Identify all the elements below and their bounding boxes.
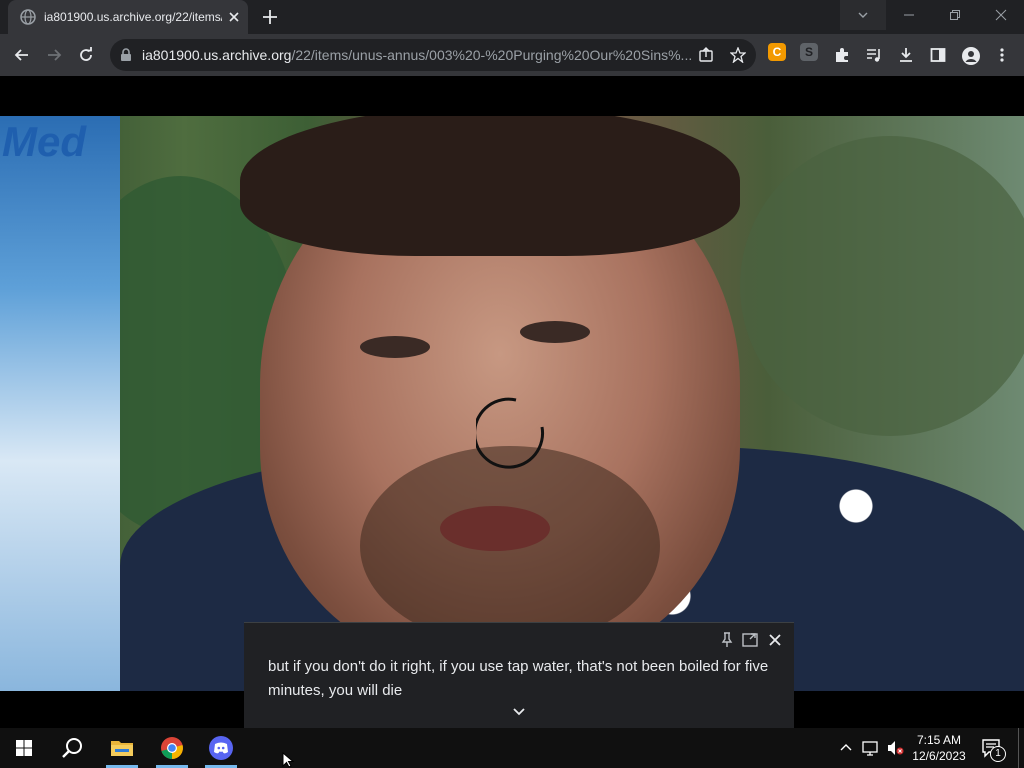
expand-window-icon[interactable]	[741, 631, 759, 649]
windows-taskbar: 7:15 AM 12/6/2023 1	[0, 728, 1024, 768]
windows-logo-icon	[16, 740, 32, 756]
chrome-taskbar-button[interactable]	[148, 728, 196, 768]
chevron-down-icon[interactable]	[510, 705, 528, 719]
loading-spinner-icon	[476, 397, 545, 469]
tab-close-icon[interactable]	[226, 9, 242, 25]
side-panel-icon	[930, 48, 946, 62]
avatar-icon	[962, 47, 980, 65]
address-bar[interactable]: ia801900.us.archive.org/22/items/unus-an…	[110, 39, 756, 71]
close-window-button[interactable]	[978, 0, 1024, 30]
discord-taskbar-button[interactable]	[197, 728, 245, 768]
browser-toolbar: ia801900.us.archive.org/22/items/unus-an…	[0, 34, 1024, 76]
close-icon[interactable]	[766, 631, 784, 649]
profile-button[interactable]	[956, 41, 984, 69]
downloads-button[interactable]	[892, 41, 920, 69]
url-host: ia801900.us.archive.org	[142, 47, 292, 63]
system-clock[interactable]: 7:15 AM 12/6/2023	[906, 732, 972, 764]
hair	[240, 116, 740, 256]
left-eye	[360, 336, 430, 358]
side-panel-button[interactable]	[924, 41, 952, 69]
extensions-button[interactable]	[828, 41, 856, 69]
share-icon[interactable]	[698, 47, 714, 63]
notification-count-badge: 1	[990, 746, 1006, 762]
arrow-right-icon	[48, 49, 62, 61]
download-icon	[900, 48, 912, 62]
arrow-left-icon	[14, 49, 28, 61]
product-box: Med	[0, 116, 120, 691]
minimize-button[interactable]	[886, 0, 932, 30]
puzzle-icon	[836, 48, 848, 62]
forward-button[interactable]	[40, 41, 68, 69]
start-button[interactable]	[0, 728, 48, 768]
url-path: /22/items/unus-annus/003%20-%20Purging%2…	[291, 47, 693, 63]
browser-tab-active[interactable]: ia801900.us.archive.org/22/items/unus-an…	[8, 0, 248, 34]
show-desktop-divider[interactable]	[1018, 728, 1019, 768]
restore-icon	[950, 10, 960, 20]
back-button[interactable]	[8, 41, 36, 69]
minimize-icon	[904, 14, 914, 16]
s-extension-icon[interactable]: S	[800, 43, 818, 61]
media-control-button[interactable]	[860, 41, 888, 69]
url-text: ia801900.us.archive.org/22/items/unus-an…	[142, 47, 702, 63]
close-icon	[995, 9, 1007, 21]
chrome-icon	[161, 737, 183, 759]
globe-icon	[20, 9, 36, 25]
tab-title: ia801900.us.archive.org/22/items/unus-an…	[44, 10, 222, 24]
network-icon[interactable]	[862, 739, 880, 757]
restore-button[interactable]	[932, 0, 978, 30]
new-tab-icon[interactable]	[260, 7, 280, 27]
tab-search-button[interactable]	[840, 0, 886, 30]
file-explorer-button[interactable]	[98, 728, 146, 768]
mouse-cursor-icon	[282, 752, 295, 768]
clock-date: 12/6/2023	[912, 749, 966, 763]
browser-menu-button[interactable]	[988, 41, 1016, 69]
coupon-extension-icon[interactable]: C	[768, 43, 786, 61]
search-icon	[62, 738, 82, 758]
browser-tab-strip: ia801900.us.archive.org/22/items/unus-an…	[0, 0, 1024, 34]
background-foliage-right	[740, 136, 1024, 436]
video-player[interactable]: Med	[0, 116, 1024, 691]
bookmark-star-icon[interactable]	[730, 47, 746, 63]
discord-icon	[209, 736, 233, 760]
reload-button[interactable]	[72, 41, 100, 69]
notification-center-button[interactable]: 1	[980, 736, 1006, 762]
chevron-up-icon[interactable]	[840, 742, 852, 754]
search-button[interactable]	[48, 728, 96, 768]
reload-icon	[80, 47, 92, 61]
right-eye	[520, 321, 590, 343]
clock-time: 7:15 AM	[916, 733, 962, 747]
lock-icon[interactable]	[120, 48, 132, 62]
kebab-menu-icon	[1000, 48, 1004, 62]
product-brand-text: Med	[2, 118, 86, 165]
live-caption-bubble[interactable]: but if you don't do it right, if you use…	[244, 622, 794, 729]
volume-muted-icon[interactable]	[886, 739, 904, 757]
mouth	[440, 506, 550, 551]
chevron-down-icon	[858, 12, 868, 18]
caption-text: but if you don't do it right, if you use…	[268, 658, 769, 699]
playlist-icon	[867, 49, 880, 62]
pin-icon[interactable]	[718, 631, 736, 649]
file-explorer-icon	[111, 741, 133, 756]
